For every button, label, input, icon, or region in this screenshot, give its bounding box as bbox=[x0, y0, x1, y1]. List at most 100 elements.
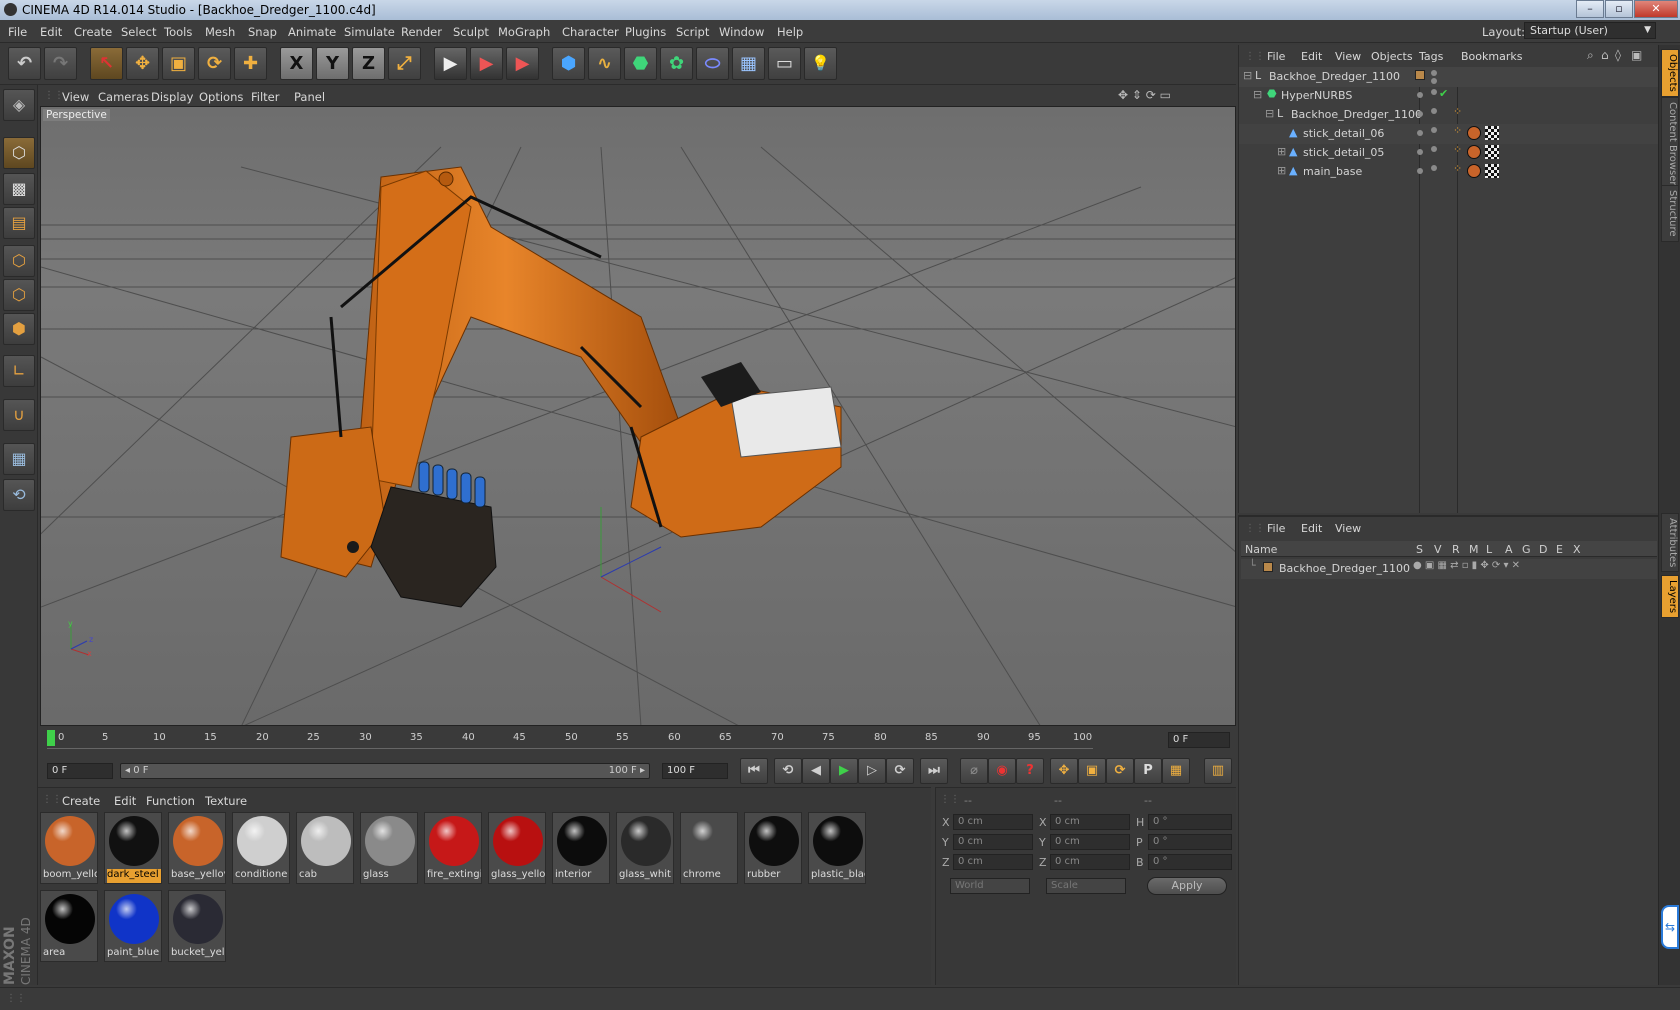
viewport-nav-icons[interactable]: ✥ ⇕ ⟳ ▭ bbox=[1118, 88, 1171, 102]
obj-menu-file[interactable]: File bbox=[1267, 50, 1285, 63]
coord-sx-field[interactable]: 0 cm bbox=[1050, 814, 1130, 830]
obj-menu-tags[interactable]: Tags bbox=[1419, 50, 1443, 63]
menu-create[interactable]: Create bbox=[74, 25, 112, 39]
layer-col-x[interactable]: X bbox=[1573, 543, 1581, 556]
render-visibility-dot[interactable] bbox=[1431, 108, 1437, 114]
menu-tools[interactable]: Tools bbox=[164, 25, 192, 39]
end-frame-field[interactable]: 100 F bbox=[662, 763, 728, 779]
camera-icon[interactable]: ▭ bbox=[768, 47, 801, 80]
viewport-perspective[interactable]: Perspective y z x bbox=[40, 106, 1236, 726]
coord-world-select[interactable]: World bbox=[950, 878, 1030, 894]
material-swatch[interactable]: plastic_blac bbox=[808, 812, 866, 884]
add-button[interactable]: ✚ bbox=[234, 47, 267, 80]
rotate-button[interactable]: ⟳ bbox=[198, 47, 231, 80]
layer-menu-view[interactable]: View bbox=[1335, 522, 1361, 535]
playhead[interactable] bbox=[47, 730, 55, 746]
layer-col-a[interactable]: A bbox=[1505, 543, 1513, 556]
phong-tag-icon[interactable]: ⁘ bbox=[1453, 162, 1462, 175]
next-frame-button[interactable]: ▷ bbox=[858, 758, 886, 784]
light-icon[interactable]: 💡 bbox=[804, 47, 837, 80]
material-swatch[interactable]: glass bbox=[360, 812, 418, 884]
undo-button[interactable]: ↶ bbox=[8, 47, 41, 80]
object-row[interactable]: ⊟ L Backhoe_Dredger_1100 bbox=[1239, 67, 1659, 87]
menu-edit[interactable]: Edit bbox=[40, 25, 62, 39]
range-slider[interactable]: ◂ 0 F 100 F ▸ bbox=[120, 763, 650, 779]
collapse-icon[interactable]: ⊟ bbox=[1253, 88, 1262, 101]
workplane-icon[interactable]: ▤ bbox=[3, 207, 35, 239]
coord-system-button[interactable]: ⤢ bbox=[388, 47, 421, 80]
mat-menu-create[interactable]: Create bbox=[62, 794, 100, 808]
editor-visibility-dot[interactable] bbox=[1417, 149, 1423, 155]
material-swatch[interactable]: area bbox=[40, 890, 98, 962]
close-button[interactable]: ✕ bbox=[1634, 0, 1678, 18]
material-swatch[interactable]: bucket_yell bbox=[168, 890, 226, 962]
material-swatch[interactable]: paint_blue bbox=[104, 890, 162, 962]
tab-layers[interactable]: Layers bbox=[1661, 575, 1679, 619]
deformer-icon[interactable]: ⬭ bbox=[696, 47, 729, 80]
object-name[interactable]: main_base bbox=[1303, 165, 1362, 178]
redo-button[interactable]: ↷ bbox=[44, 47, 77, 80]
layer-col-m[interactable]: M bbox=[1469, 543, 1479, 556]
obj-menu-objects[interactable]: Objects bbox=[1371, 50, 1413, 63]
record-keys-button[interactable]: ⌀ bbox=[960, 758, 988, 784]
editor-visibility-dot[interactable] bbox=[1417, 130, 1423, 136]
editor-visibility-dot[interactable] bbox=[1417, 111, 1423, 117]
goto-end-button[interactable]: ⏭ bbox=[920, 758, 948, 784]
apply-button[interactable]: Apply bbox=[1147, 877, 1227, 895]
tab-attributes[interactable]: Attributes bbox=[1661, 513, 1679, 573]
coord-z-field[interactable]: 0 cm bbox=[953, 854, 1033, 870]
autokey-button[interactable]: ◉ bbox=[988, 758, 1016, 784]
object-name[interactable]: Backhoe_Dredger_1100 bbox=[1291, 108, 1422, 121]
render-visibility-dot[interactable] bbox=[1431, 127, 1437, 133]
render-settings-button[interactable]: ▶ bbox=[506, 47, 539, 80]
floor-icon[interactable]: ▦ bbox=[732, 47, 765, 80]
material-swatch[interactable]: chrome bbox=[680, 812, 738, 884]
goto-start-button[interactable]: ⏮ bbox=[740, 758, 768, 784]
menu-character[interactable]: Character bbox=[562, 25, 619, 39]
start-frame-field[interactable]: 0 F bbox=[47, 763, 113, 779]
maximize-button[interactable]: ▫ bbox=[1605, 0, 1633, 18]
object-row[interactable]: ⊞ ▲ stick_detail_05 ⁘ bbox=[1239, 143, 1659, 163]
material-swatch[interactable]: rubber bbox=[744, 812, 802, 884]
editor-visibility-dot[interactable] bbox=[1431, 70, 1437, 76]
key-rotation-button[interactable]: ⟳ bbox=[1106, 758, 1134, 784]
collapse-icon[interactable]: ⊟ bbox=[1265, 107, 1274, 120]
timeline-ruler[interactable]: 0 5 10 15 20 25 30 35 40 45 50 55 60 65 … bbox=[40, 727, 1236, 755]
nurbs-icon[interactable]: ⬣ bbox=[624, 47, 657, 80]
layer-menu-edit[interactable]: Edit bbox=[1301, 522, 1322, 535]
points-mode-icon[interactable]: ⬡ bbox=[3, 245, 35, 277]
menu-file[interactable]: File bbox=[8, 25, 27, 39]
coord-sy-field[interactable]: 0 cm bbox=[1050, 834, 1130, 850]
model-mode-icon[interactable]: ⬡ bbox=[3, 137, 35, 169]
next-key-button[interactable]: ⟳ bbox=[886, 758, 914, 784]
layout-select[interactable]: Startup (User) ▼ bbox=[1524, 22, 1656, 39]
y-axis-button[interactable]: Y bbox=[316, 47, 349, 80]
material-swatch[interactable]: glass_whit bbox=[616, 812, 674, 884]
phong-tag-icon[interactable]: ⁘ bbox=[1453, 124, 1462, 137]
render-picture-viewer-button[interactable]: ▶ bbox=[470, 47, 503, 80]
material-swatch[interactable]: base_yellov bbox=[168, 812, 226, 884]
coord-sz-field[interactable]: 0 cm bbox=[1050, 854, 1130, 870]
layer-col-r[interactable]: R bbox=[1452, 543, 1460, 556]
render-visibility-dot[interactable] bbox=[1431, 89, 1437, 95]
object-name[interactable]: stick_detail_05 bbox=[1303, 146, 1384, 159]
render-visibility-dot[interactable] bbox=[1431, 165, 1437, 171]
x-axis-button[interactable]: X bbox=[280, 47, 313, 80]
mat-menu-texture[interactable]: Texture bbox=[205, 794, 247, 808]
panel-menu-icon[interactable]: ▣ bbox=[1631, 48, 1642, 62]
editor-visibility-dot[interactable] bbox=[1417, 168, 1423, 174]
vp-menu-view[interactable]: View bbox=[62, 90, 89, 104]
key-param-button[interactable]: P bbox=[1134, 758, 1162, 784]
obj-menu-edit[interactable]: Edit bbox=[1301, 50, 1322, 63]
object-name[interactable]: Backhoe_Dredger_1100 bbox=[1269, 70, 1400, 83]
prev-frame-button[interactable]: ◀ bbox=[802, 758, 830, 784]
layer-col-d[interactable]: D bbox=[1539, 543, 1547, 556]
layer-col-s[interactable]: S bbox=[1416, 543, 1423, 556]
texture-mode-icon[interactable]: ▩ bbox=[3, 173, 35, 205]
scale-button[interactable]: ▣ bbox=[162, 47, 195, 80]
material-swatch[interactable]: dark_steel bbox=[104, 812, 162, 884]
render-view-button[interactable]: ▶ bbox=[434, 47, 467, 80]
expand-icon[interactable]: ⊞ bbox=[1277, 164, 1286, 177]
coord-h-field[interactable]: 0 ° bbox=[1148, 814, 1232, 830]
vp-menu-display[interactable]: Display bbox=[151, 90, 193, 104]
